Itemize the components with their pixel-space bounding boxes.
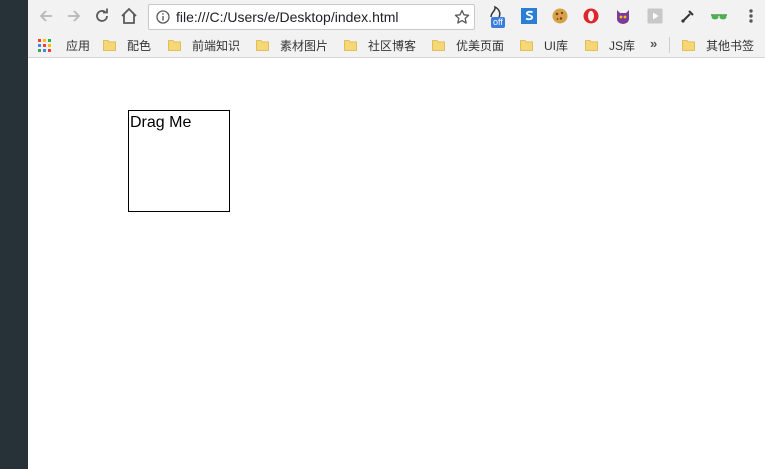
cookie-icon xyxy=(552,8,568,24)
extension-tool-button[interactable] xyxy=(678,6,698,26)
extension-off-badge: off xyxy=(491,17,505,28)
bookmark-folder-label: 配色 xyxy=(127,38,152,53)
extension-s-button[interactable] xyxy=(519,6,539,26)
desktop-side-strip xyxy=(0,0,28,469)
folder-icon xyxy=(682,40,695,51)
reload-button[interactable] xyxy=(90,4,114,28)
bookmark-apps[interactable]: 应用 xyxy=(38,37,90,53)
site-info-icon[interactable] xyxy=(156,10,170,24)
mascot-icon xyxy=(617,10,629,24)
draggable-box[interactable]: Drag Me xyxy=(128,110,230,212)
extension-off-button[interactable]: off xyxy=(485,5,509,28)
browser-window: file:///C:/Users/e/Desktop/index.html of… xyxy=(28,0,765,469)
reload-icon xyxy=(96,8,108,22)
bookmark-folder-item[interactable]: 社区博客 xyxy=(344,37,416,53)
home-icon xyxy=(121,7,137,24)
extension-mascot-button[interactable] xyxy=(613,6,633,26)
bookmark-folder-label: 素材图片 xyxy=(280,38,329,53)
browser-toolbar: file:///C:/Users/e/Desktop/index.html of… xyxy=(28,0,765,33)
more-vertical-icon xyxy=(749,9,753,23)
bookmark-folder-label: 优美页面 xyxy=(456,38,505,53)
opera-icon xyxy=(583,8,599,24)
folder-icon xyxy=(585,40,598,51)
drag-box-label: Drag Me xyxy=(130,114,192,131)
address-bar[interactable]: file:///C:/Users/e/Desktop/index.html xyxy=(148,4,475,30)
extension-opera-button[interactable] xyxy=(581,6,601,26)
bookmark-folder-item[interactable]: 前端知识 xyxy=(168,37,240,53)
arrow-left-icon xyxy=(39,10,52,22)
bookmarks-bar: 应用 配色 前端知识 素材图片 社区博客 优美页面 UI库 JS库 » 其他书签 xyxy=(28,33,765,58)
page-content: Drag Me xyxy=(28,58,765,469)
bookmark-folder-item[interactable]: 优美页面 xyxy=(432,37,504,53)
forward-button[interactable] xyxy=(62,4,86,28)
folder-icon xyxy=(103,40,116,51)
extension-player-button[interactable] xyxy=(645,6,665,26)
star-icon xyxy=(454,9,470,24)
bookmark-folder-label: 前端知识 xyxy=(192,38,241,53)
glasses-icon xyxy=(711,14,727,20)
eyedropper-icon xyxy=(681,10,694,23)
folder-icon xyxy=(168,40,181,51)
browser-menu-button[interactable] xyxy=(741,6,761,26)
home-button[interactable] xyxy=(117,4,141,28)
bookmark-other-label: 其他书签 xyxy=(706,38,755,53)
bookmarks-overflow-button[interactable]: » xyxy=(650,36,657,51)
folder-icon xyxy=(256,40,269,51)
back-button[interactable] xyxy=(34,4,58,28)
apps-grid-icon xyxy=(38,38,51,52)
bookmark-star-button[interactable] xyxy=(453,8,471,26)
play-box-icon xyxy=(647,8,663,24)
folder-icon xyxy=(520,40,533,51)
s-logo-icon xyxy=(521,8,537,24)
arrow-right-icon xyxy=(68,10,81,22)
bookmark-folder-item[interactable]: 配色 xyxy=(103,37,151,53)
bookmark-folder-label: UI库 xyxy=(544,38,569,53)
bookmarks-separator xyxy=(669,37,670,53)
extension-glasses-button[interactable] xyxy=(709,6,729,26)
bookmark-folder-label: 社区博客 xyxy=(368,38,417,53)
bookmark-other-folder[interactable]: 其他书签 xyxy=(682,37,754,53)
url-text: file:///C:/Users/e/Desktop/index.html xyxy=(176,9,399,25)
folder-icon xyxy=(432,40,445,51)
bookmark-apps-label: 应用 xyxy=(66,38,91,53)
bookmark-folder-item[interactable]: UI库 xyxy=(520,37,568,53)
extension-cookie-button[interactable] xyxy=(550,6,570,26)
bookmark-folder-item[interactable]: JS库 xyxy=(585,37,635,53)
bookmark-folder-item[interactable]: 素材图片 xyxy=(256,37,328,53)
folder-icon xyxy=(344,40,357,51)
bookmark-folder-label: JS库 xyxy=(609,38,636,53)
